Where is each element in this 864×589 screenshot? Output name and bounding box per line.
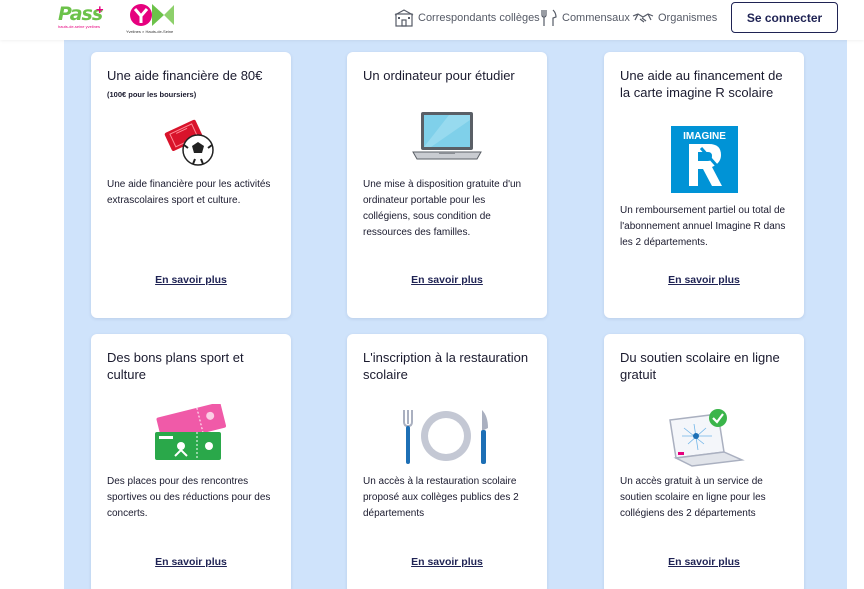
yk-logo-icon <box>130 4 174 26</box>
laptop-check-icon <box>669 409 745 467</box>
card-title: L'inscription à la restauration scolaire <box>363 350 529 382</box>
card-illustration <box>91 112 291 170</box>
card-bons-plans: Des bons plans sport et culture Des plac… <box>91 334 291 589</box>
card-more-link[interactable]: En savoir plus <box>347 556 547 568</box>
pass-plus-logo[interactable]: Pass + hauts-de-seine yvelines <box>58 2 108 36</box>
card-description: Une mise à disposition gratuite d'un ord… <box>363 179 522 238</box>
fork-knife-icon <box>541 9 557 26</box>
card-description: Une aide financière pour les activités e… <box>107 179 271 206</box>
building-icon <box>394 9 414 27</box>
yvelines-hauts-de-seine-logo[interactable]: Yvelines × Hauts-de-Seine <box>126 2 176 36</box>
nav-correspondants-colleges[interactable]: Correspondants collèges <box>394 9 540 27</box>
nav-label: Commensaux <box>562 12 630 24</box>
card-ordinateur: Un ordinateur pour étudier Une mise à di… <box>347 52 547 318</box>
card-title: Une aide au financement de la carte imag… <box>620 68 783 100</box>
nav-commensaux[interactable]: Commensaux <box>540 9 630 27</box>
card-title: Du soutien scolaire en ligne gratuit <box>620 350 780 382</box>
card-more-link[interactable]: En savoir plus <box>347 274 547 286</box>
card-imagine-r: Une aide au financement de la carte imag… <box>604 52 804 318</box>
card-illustration <box>91 404 291 466</box>
login-button[interactable]: Se connecter <box>731 2 838 33</box>
nav-label: Correspondants collèges <box>418 12 540 24</box>
card-aide-financiere: Une aide financière de 80€ (100€ pour le… <box>91 52 291 318</box>
ticket-ball-icon <box>164 119 214 166</box>
card-title: Un ordinateur pour étudier <box>363 68 515 83</box>
card-title: Une aide financière de 80€ <box>107 68 263 83</box>
card-note: (100€ pour les boursiers) <box>107 90 197 99</box>
card-description: Un accès à la restauration scolaire prop… <box>363 476 519 519</box>
logo-pass-plus: + <box>96 2 104 17</box>
site-header: Pass + hauts-de-seine yvelines Yvelines … <box>0 0 864 40</box>
card-description: Un remboursement partiel ou total de l'a… <box>620 205 786 248</box>
card-description: Des places pour des rencontres sportives… <box>107 476 271 519</box>
card-soutien-scolaire: Du soutien scolaire en ligne gratuit Un … <box>604 334 804 589</box>
nav-organismes[interactable]: Organismes <box>632 9 717 27</box>
plate-cutlery-icon <box>403 410 488 464</box>
card-more-link[interactable]: En savoir plus <box>91 556 291 568</box>
card-more-link[interactable]: En savoir plus <box>604 274 804 286</box>
card-illustration <box>604 404 804 468</box>
card-illustration <box>347 406 547 468</box>
card-description: Un accès gratuit à un service de soutien… <box>620 476 766 519</box>
tickets-icon <box>155 404 226 460</box>
svg-text:IMAGINE: IMAGINE <box>683 131 726 142</box>
card-more-link[interactable]: En savoir plus <box>604 556 804 568</box>
card-title: Des bons plans sport et culture <box>107 350 244 382</box>
logo-yk-tagline: Yvelines × Hauts-de-Seine <box>126 29 174 34</box>
card-illustration <box>347 108 547 164</box>
card-illustration: IMAGINE <box>604 126 804 193</box>
card-more-link[interactable]: En savoir plus <box>91 274 291 286</box>
imagine-r-logo: IMAGINE <box>670 126 738 193</box>
card-restauration: L'inscription à la restauration scolaire… <box>347 334 547 589</box>
handshake-icon <box>632 13 654 23</box>
nav-label: Organismes <box>658 12 718 24</box>
laptop-icon <box>412 112 482 160</box>
